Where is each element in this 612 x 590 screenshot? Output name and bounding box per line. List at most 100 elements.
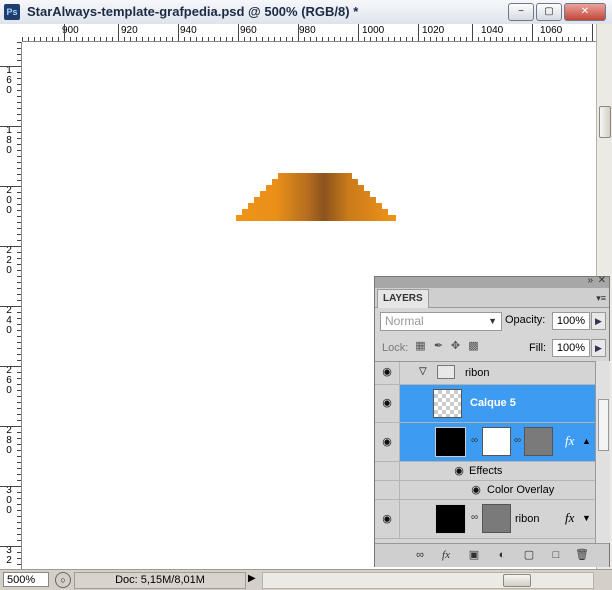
ruler-tick: [514, 37, 515, 41]
panel-menu-icon[interactable]: ▾≡: [596, 293, 606, 304]
ruler-label-1060: 1060: [540, 25, 563, 36]
ruler-tick: [17, 78, 21, 79]
ruler-tick: [17, 390, 21, 391]
ruler-tick: [112, 37, 113, 41]
eye-icon[interactable]: ◉: [470, 485, 482, 496]
new-layer-icon[interactable]: □: [549, 549, 563, 561]
ruler-label-220: 220: [6, 245, 12, 276]
collapse-arrow-icon[interactable]: ▲: [582, 436, 591, 446]
ruler-tick: [17, 378, 21, 379]
horizontal-scrollbar[interactable]: [262, 572, 594, 589]
new-group-icon[interactable]: ▢: [522, 549, 536, 561]
ruler-tick: [0, 546, 21, 547]
ruler-tick: [328, 37, 329, 41]
panel-close-icon[interactable]: ✕: [598, 275, 606, 286]
ruler-tick: [76, 37, 77, 41]
doc-info[interactable]: Doc: 5,15M/8,01M: [74, 572, 246, 589]
eye-icon[interactable]: ◉: [381, 367, 393, 378]
fx-icon[interactable]: fx: [565, 510, 574, 526]
ruler-tick: [17, 360, 21, 361]
layer-ribon[interactable]: ◉ ∞ ribon fx ▼: [375, 500, 595, 539]
ruler-tick: [376, 37, 377, 41]
lock-transparency-icon[interactable]: ▦: [415, 341, 426, 352]
ruler-tick: [424, 37, 425, 41]
delete-layer-icon[interactable]: 🗑: [575, 549, 589, 561]
restore-button[interactable]: ▢: [536, 3, 562, 21]
zoom-field[interactable]: 500%: [3, 572, 49, 587]
collapse-icon[interactable]: »: [587, 275, 593, 286]
ruler-tick: [17, 90, 21, 91]
ruler-tick: [17, 174, 21, 175]
fill-label: Fill:: [529, 342, 547, 354]
layer-list-scrollbar[interactable]: [595, 361, 610, 543]
link-layers-icon[interactable]: ∞: [413, 549, 427, 561]
add-mask-icon[interactable]: ▣: [467, 549, 481, 561]
eye-icon[interactable]: ◉: [381, 398, 393, 409]
ruler-tick: [17, 300, 21, 301]
add-style-icon[interactable]: fx: [439, 549, 453, 561]
ruler-tick: [17, 162, 21, 163]
ruler-tick: [17, 498, 21, 499]
layer-name: Calque 5: [470, 397, 516, 409]
ruler-tick: [592, 24, 593, 41]
ruler-tick: [478, 37, 479, 41]
ruler-tick: [17, 552, 21, 553]
lock-all-icon[interactable]: ▩: [468, 341, 479, 352]
layer-calque-5[interactable]: ◉ Calque 5: [375, 385, 595, 423]
lock-brush-icon[interactable]: ✒: [433, 341, 444, 352]
ruler-corner[interactable]: [0, 24, 23, 43]
fx-icon[interactable]: fx: [565, 433, 574, 449]
vertical-ruler[interactable]: 160 180 200 220 240 260 280 300 32: [0, 42, 22, 569]
ruler-label-280: 280: [6, 425, 12, 456]
ruler-tick: [334, 37, 335, 41]
ruler-tick: [250, 37, 251, 41]
status-menu-icon[interactable]: ○: [55, 572, 71, 588]
close-button[interactable]: ✕: [564, 3, 606, 21]
opacity-input[interactable]: 100%: [552, 312, 590, 330]
fill-arrow-button[interactable]: ▶: [591, 339, 606, 357]
lock-move-icon[interactable]: ✥: [450, 341, 461, 352]
minimize-button[interactable]: −: [508, 3, 534, 21]
fill-input[interactable]: 100%: [552, 339, 590, 357]
ruler-tick: [0, 366, 21, 367]
ruler-tick: [298, 24, 299, 41]
horizontal-ruler[interactable]: 900 920 940 960 980 1000 1020 1040 1060: [22, 24, 596, 42]
ruler-tick: [136, 37, 137, 41]
ruler-tick: [17, 216, 21, 217]
vertical-scroll-thumb[interactable]: [599, 106, 611, 138]
effect-color-overlay[interactable]: ◉ Color Overlay: [375, 481, 595, 500]
group-expand-icon[interactable]: ▽: [419, 366, 427, 377]
ruler-tick: [17, 528, 21, 529]
opacity-arrow-button[interactable]: ▶: [591, 312, 606, 330]
eye-icon[interactable]: ◉: [381, 437, 393, 448]
ruler-tick: [17, 480, 21, 481]
eye-icon[interactable]: ◉: [381, 514, 393, 525]
layer-group-ribon[interactable]: ◉ ▽ ribon: [375, 362, 595, 385]
status-arrow-icon[interactable]: ▶: [248, 573, 256, 584]
layer-shape-fx[interactable]: ◉ ∞ ∞ fx ▲: [375, 423, 595, 462]
ruler-tick: [106, 37, 107, 41]
ruler-tick: [17, 234, 21, 235]
ruler-tick: [574, 37, 575, 41]
panel-title-bar: » ✕: [375, 275, 609, 288]
horizontal-scroll-thumb[interactable]: [503, 574, 531, 587]
panel-bottom-toolbar: ∞ fx ▣ ◐ ▢ □ 🗑: [375, 543, 609, 567]
ruler-tick: [17, 240, 21, 241]
layer-list-scroll-thumb[interactable]: [598, 399, 609, 451]
ruler-label-940: 940: [180, 25, 197, 36]
ruler-tick: [94, 37, 95, 41]
expand-arrow-icon[interactable]: ▼: [582, 513, 591, 523]
ruler-tick: [17, 420, 21, 421]
ruler-tick: [28, 37, 29, 41]
ruler-tick: [274, 37, 275, 41]
adjustment-layer-icon[interactable]: ◐: [495, 549, 509, 561]
ruler-tick: [256, 37, 257, 41]
ruler-tick: [17, 462, 21, 463]
effects-row[interactable]: ◉ Effects: [375, 462, 595, 481]
ruler-tick: [280, 37, 281, 41]
layer-thumbnail: [435, 504, 466, 534]
tab-layers[interactable]: LAYERS: [377, 289, 429, 308]
ruler-tick: [17, 444, 21, 445]
blend-mode-select[interactable]: Normal ▼: [380, 312, 502, 331]
eye-icon[interactable]: ◉: [453, 466, 465, 477]
